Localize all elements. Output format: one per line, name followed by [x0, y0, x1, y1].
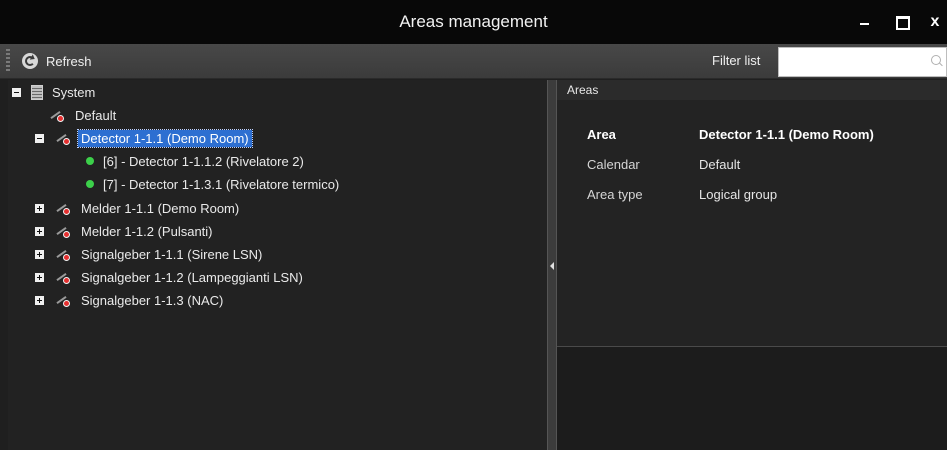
tree-item-detector-1-1-1[interactable]: Detector 1-1.1 (Demo Room): [35, 127, 253, 149]
search-icon[interactable]: [931, 55, 941, 65]
system-icon: [31, 84, 43, 100]
panel-header: Areas: [557, 80, 947, 100]
title-bar[interactable]: Areas management x: [0, 0, 947, 44]
tree-item-label: Melder 1-1.2 (Pulsanti): [81, 223, 213, 239]
collapse-icon[interactable]: [35, 133, 44, 143]
expand-icon[interactable]: [35, 249, 44, 259]
expand-icon[interactable]: [35, 226, 44, 236]
area-icon: [48, 107, 66, 123]
property-grid: Area Detector 1-1.1 (Demo Room) Calendar…: [557, 100, 947, 346]
tree-item-label: Detector 1-1.1 (Demo Room): [77, 128, 253, 148]
property-value: Logical group: [699, 187, 778, 202]
areas-management-window: Areas management x Refresh Filter list S…: [0, 0, 947, 450]
tree-item-detector-7[interactable]: [7] - Detector 1-1.3.1 (Rivelatore termi…: [86, 173, 342, 195]
empty-detail-area: [557, 347, 947, 450]
tree-item-label: Melder 1-1.1 (Demo Room): [81, 200, 240, 216]
window-title: Areas management: [399, 12, 548, 31]
property-value: Default: [699, 157, 741, 172]
area-icon: [54, 223, 72, 239]
area-icon: [54, 200, 72, 216]
expand-icon[interactable]: [35, 203, 44, 213]
expand-icon[interactable]: [35, 295, 44, 305]
areas-tree[interactable]: System Default Detector 1-1.1 (Demo Room…: [8, 80, 547, 450]
tree-item-signalgeber-1-1-1[interactable]: Signalgeber 1-1.1 (Sirene LSN): [35, 243, 265, 265]
tree-item-label: [6] - Detector 1-1.1.2 (Rivelatore 2): [103, 153, 304, 169]
panel-splitter[interactable]: [547, 80, 557, 450]
refresh-label: Refresh: [46, 53, 92, 69]
area-details-panel: Areas Area Detector 1-1.1 (Demo Room) Ca…: [557, 80, 947, 450]
close-button[interactable]: x: [924, 12, 946, 32]
refresh-icon: [22, 53, 38, 69]
tree-item-label: Signalgeber 1-1.2 (Lampeggianti LSN): [81, 269, 303, 285]
status-dot-icon: [86, 180, 94, 188]
area-icon: [54, 130, 72, 146]
filter-input[interactable]: [778, 47, 947, 77]
area-icon: [54, 269, 72, 285]
tree-item-label: Signalgeber 1-1.3 (NAC): [81, 292, 224, 308]
status-dot-icon: [86, 157, 94, 165]
collapse-icon[interactable]: [12, 87, 21, 97]
expand-icon[interactable]: [35, 272, 44, 282]
tree-item-melder-1-1-1[interactable]: Melder 1-1.1 (Demo Room): [35, 197, 242, 219]
tree-root-system[interactable]: System: [12, 81, 98, 103]
tree-item-detector-6[interactable]: [6] - Detector 1-1.1.2 (Rivelatore 2): [86, 150, 307, 172]
tree-item-label: [7] - Detector 1-1.3.1 (Rivelatore termi…: [103, 176, 340, 192]
tree-item-signalgeber-1-1-3[interactable]: Signalgeber 1-1.3 (NAC): [35, 289, 226, 311]
toolbar-grip-icon[interactable]: [6, 49, 10, 73]
property-key: Area: [587, 127, 616, 142]
collapse-arrow-icon[interactable]: [550, 262, 554, 270]
property-value: Detector 1-1.1 (Demo Room): [699, 127, 874, 142]
maximize-button[interactable]: [891, 12, 913, 32]
property-key: Calendar: [587, 157, 640, 172]
tree-item-label: Signalgeber 1-1.1 (Sirene LSN): [81, 246, 263, 262]
property-key: Area type: [587, 187, 643, 202]
refresh-button[interactable]: Refresh: [22, 50, 92, 72]
filter-label: Filter list: [712, 53, 761, 68]
tree-item-default[interactable]: Default: [48, 104, 119, 126]
tree-item-melder-1-1-2[interactable]: Melder 1-1.2 (Pulsanti): [35, 220, 216, 242]
tree-item-label: System: [52, 84, 96, 100]
area-icon: [54, 292, 72, 308]
area-icon: [54, 246, 72, 262]
minimize-button[interactable]: [853, 12, 875, 32]
tree-item-signalgeber-1-1-2[interactable]: Signalgeber 1-1.2 (Lampeggianti LSN): [35, 266, 306, 288]
tree-item-label: Default: [75, 107, 117, 123]
